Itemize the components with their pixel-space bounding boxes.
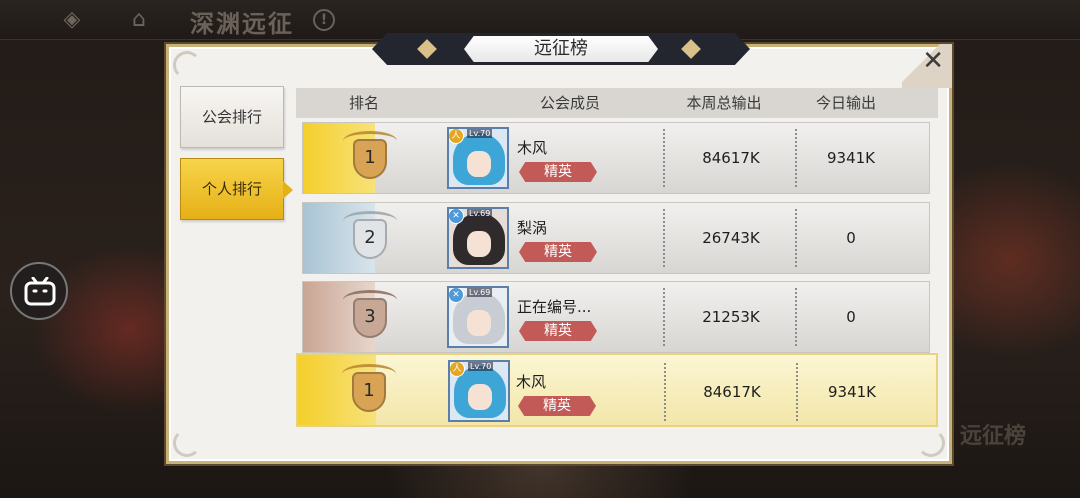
corner-ornament [917,429,945,457]
avatar[interactable]: ✕ Lv.69 [447,207,509,269]
player-name: 木风 [517,139,548,157]
expedition-rank-logo[interactable]: 远征榜 [958,410,1028,486]
tab-personal-ranking[interactable]: 个人排行 [180,158,293,220]
table-row[interactable]: 3 ✕ Lv.69 正在编号... 精英 21253K 0 [302,281,930,353]
page-title: 深渊远征 [190,9,294,38]
today-output: 0 [846,308,856,326]
corner-ornament [173,51,201,79]
weekly-output: 21253K [702,308,760,326]
avatar[interactable]: 人 Lv.70 [448,360,510,422]
avatar[interactable]: 人 Lv.70 [447,127,509,189]
close-x-icon: ✕ [922,46,944,76]
player-name: 木风 [516,373,547,391]
column-today-output: 今日输出 [815,94,876,112]
info-icon[interactable]: ! [313,9,335,31]
title-badge: 精英 [519,162,597,182]
title-badge: 精英 [519,242,597,262]
column-rank: 排名 [348,94,379,112]
player-name: 梨涡 [517,219,548,237]
home-icon[interactable]: ⌂ [124,6,154,34]
title-badge: 精英 [519,321,597,341]
column-member: 公会成员 [539,94,600,112]
gold-rank-badge-icon: 1 [340,362,398,422]
dialog-title-plate: 远征榜 [372,33,750,65]
avatar[interactable]: ✕ Lv.69 [447,286,509,348]
class-icon: 人 [449,129,464,144]
today-output: 0 [846,229,856,247]
title-badge: 精英 [518,396,596,416]
class-icon: 人 [450,362,465,377]
tab-guild-ranking[interactable]: 公会排行 [180,86,284,148]
silver-rank-badge-icon: 2 [341,209,399,269]
player-name: 正在编号... [517,298,592,316]
close-button[interactable]: ✕ [902,44,952,88]
table-row[interactable]: 2 ✕ Lv.69 梨涡 精英 26743K 0 [302,202,930,274]
weekly-output: 84617K [703,383,761,401]
bronze-rank-badge-icon: 3 [341,288,399,348]
dialog-title: 远征榜 [534,38,588,59]
class-icon: ✕ [449,288,464,303]
bilibili-tv-button[interactable] [10,262,68,320]
today-output: 9341K [826,149,875,167]
my-ranking-row[interactable]: 1 人 Lv.70 木风 精英 84617K 9341K [296,353,938,427]
bilibili-tv-icon [24,277,56,306]
corner-ornament [173,429,201,457]
back-arrow-icon[interactable]: ◈ [58,8,86,32]
weekly-output: 84617K [702,149,760,167]
table-header: 排名 公会成员 本周总输出 今日输出 [296,88,938,118]
gold-rank-badge-icon: 1 [341,129,399,189]
weekly-output: 26743K [702,229,760,247]
today-output: 9341K [827,383,876,401]
column-weekly-output: 本周总输出 [686,94,762,112]
class-icon: ✕ [449,209,464,224]
table-row[interactable]: 1 人 Lv.70 木风 精英 84617K 9341K [302,122,930,194]
